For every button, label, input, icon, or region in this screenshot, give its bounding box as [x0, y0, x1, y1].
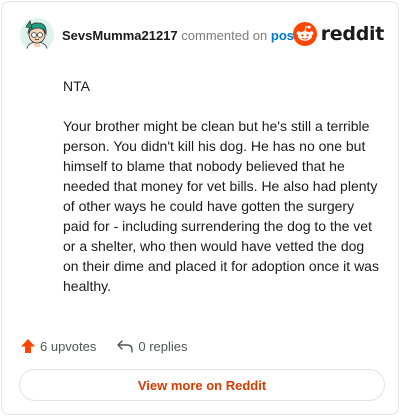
comment-body: NTA Your brother might be clean but he's… [63, 76, 383, 316]
upvote-button[interactable]: 6 upvotes [20, 338, 96, 354]
username-link[interactable]: SevsMumma21217 [62, 28, 178, 43]
reply-count: 0 replies [138, 338, 188, 354]
comment-paragraph: Your brother might be clean but he's sti… [63, 118, 379, 294]
reddit-logo-icon [292, 22, 317, 46]
upvote-count: 6 upvotes [40, 338, 97, 354]
comment-meta: SevsMumma21217 commented on post [62, 28, 298, 43]
reddit-wordmark: reddit [320, 23, 385, 45]
comment-actions: 6 upvotes 0 replies [20, 336, 188, 356]
upvote-arrow-icon [21, 339, 35, 353]
view-more-button[interactable]: View more on Reddit [19, 369, 385, 401]
reply-arrow-icon [117, 340, 134, 353]
reddit-brand[interactable]: reddit [292, 21, 385, 47]
reddit-comment-embed: SevsMumma21217 commented on post reddit … [1, 1, 399, 415]
comment-header: SevsMumma21217 commented on post reddit [20, 16, 384, 56]
avatar-icon[interactable] [20, 18, 54, 52]
reply-button[interactable]: 0 replies [116, 338, 188, 354]
commented-on-text: commented on [181, 28, 268, 43]
comment-paragraph: NTA [63, 78, 90, 94]
